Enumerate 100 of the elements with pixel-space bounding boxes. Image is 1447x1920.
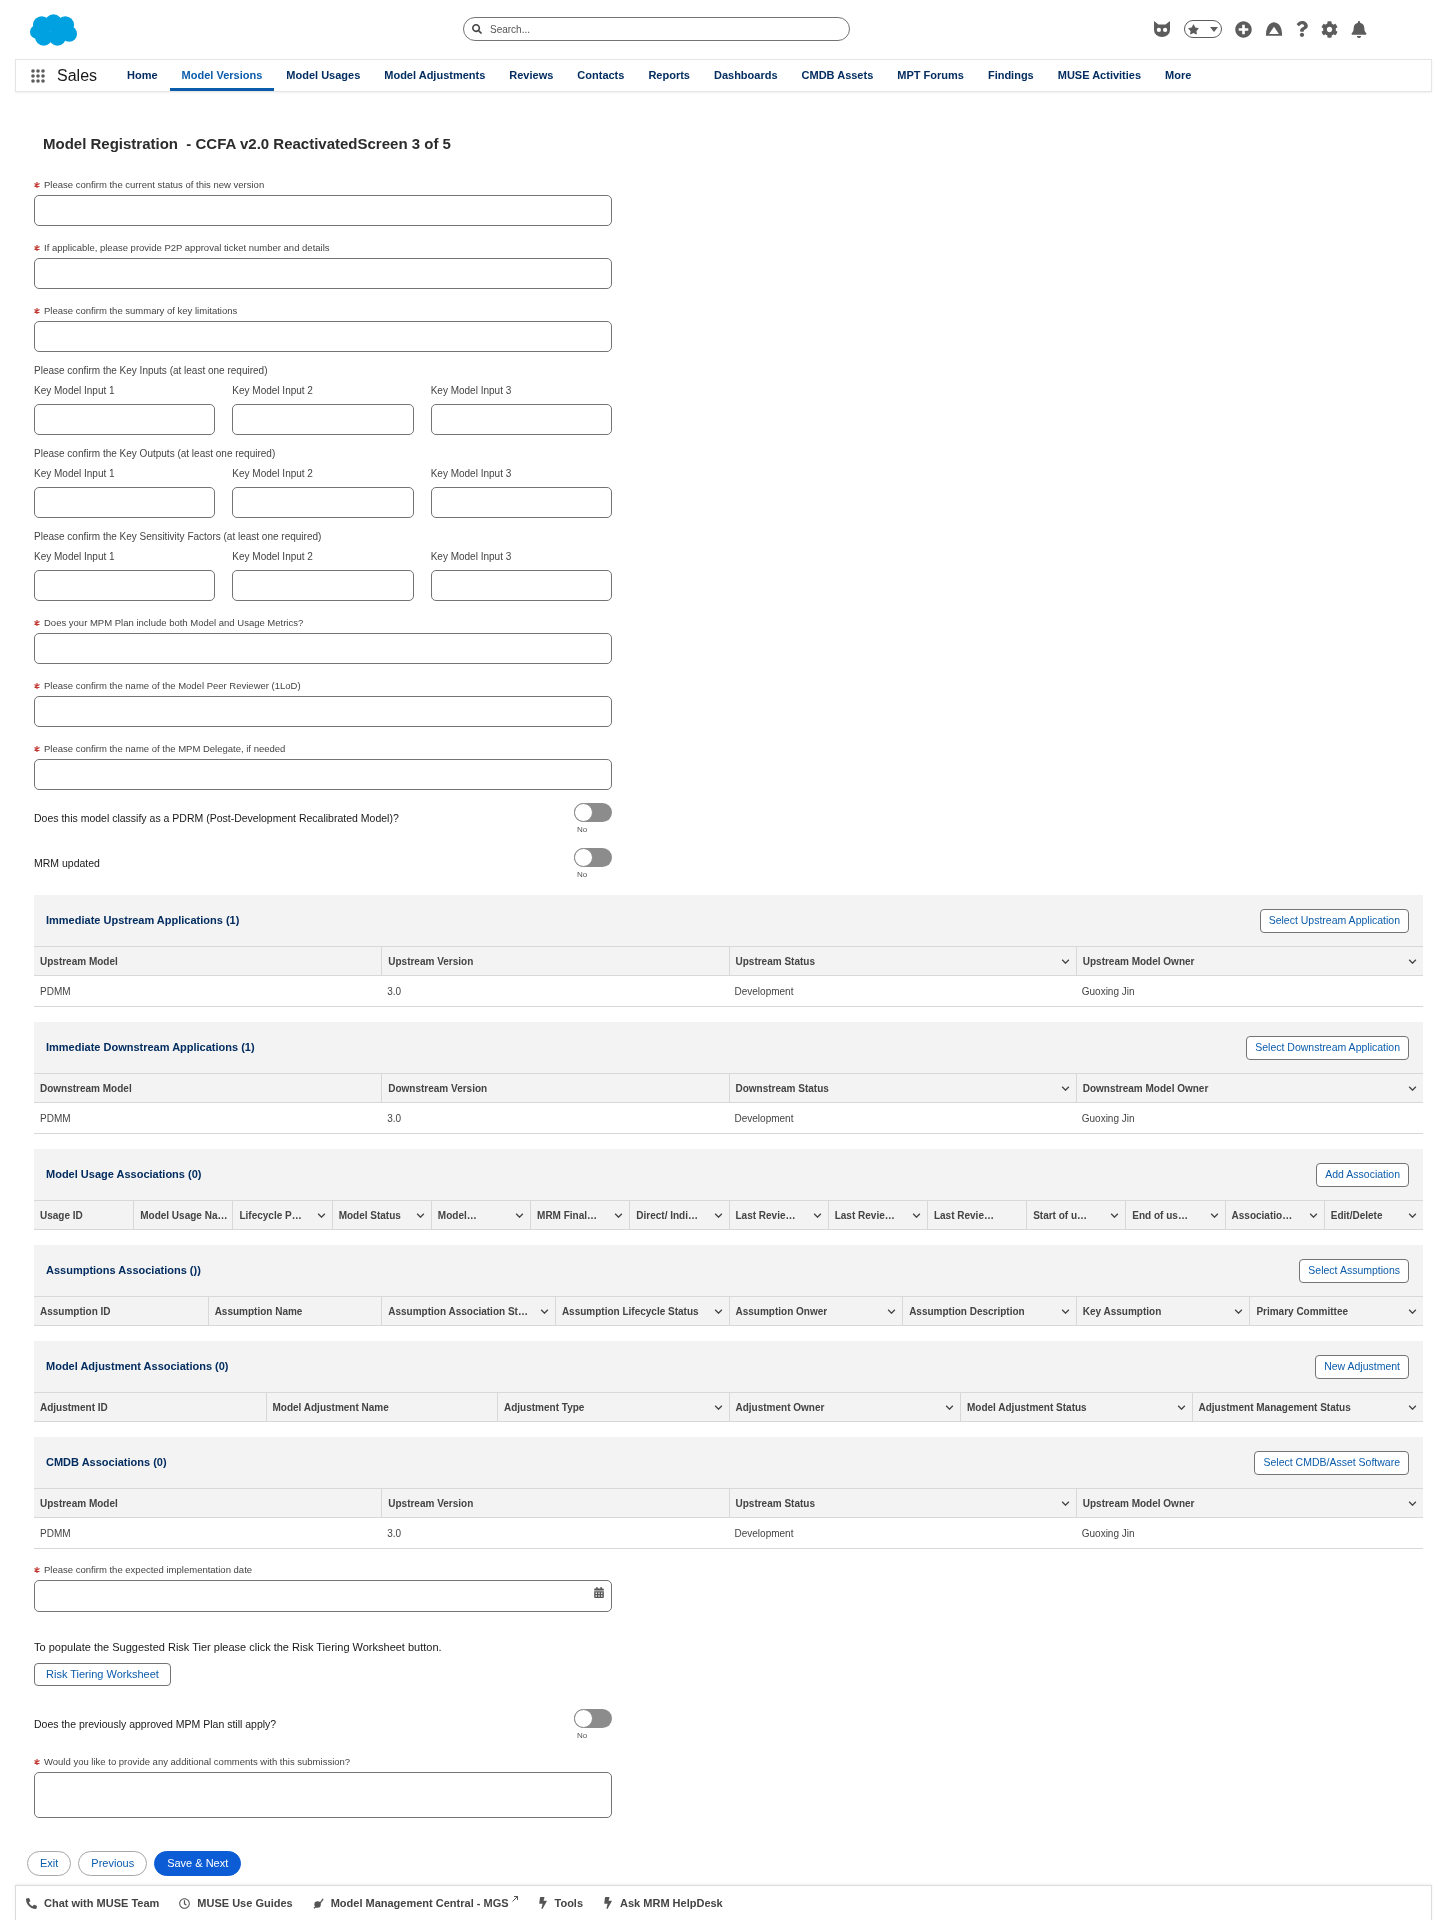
text-input[interactable]	[34, 696, 612, 727]
chevron-down-icon[interactable]	[1408, 1308, 1417, 1314]
table-cell-text: Development	[733, 984, 795, 999]
table-cell-text: Development	[733, 1111, 795, 1126]
text-input[interactable]	[34, 404, 216, 435]
nav-tab[interactable]: Home	[115, 60, 170, 91]
text-input[interactable]	[34, 321, 612, 352]
footer-action-button[interactable]: Save & Next	[154, 1851, 242, 1876]
field-label: Please confirm the summary of key limitations	[44, 303, 238, 318]
table-cell-text: Guoxing Jin	[1080, 984, 1136, 999]
chevron-down-icon[interactable]	[1308, 1212, 1318, 1218]
text-input[interactable]	[34, 633, 612, 664]
footer-action-button[interactable]: Previous	[78, 1851, 148, 1876]
toggle-label: MRM updated	[34, 856, 100, 872]
chevron-down-icon[interactable]	[415, 1212, 425, 1218]
add-icon[interactable]	[1235, 20, 1252, 38]
text-input[interactable]	[430, 570, 612, 601]
column-header: Model Adjustment Status	[967, 1400, 1087, 1415]
nav-tab[interactable]: More	[1153, 60, 1204, 91]
field-label: Key Model Input 2	[232, 550, 313, 564]
text-input[interactable]	[232, 570, 414, 601]
chevron-down-icon[interactable]	[812, 1212, 822, 1218]
field-label: Key Model Input 1	[34, 550, 115, 564]
field-label: Key Model Input 2	[232, 384, 313, 398]
toggle-switch[interactable]	[574, 848, 612, 867]
chevron-down-icon[interactable]	[539, 1308, 549, 1314]
chevron-down-icon[interactable]	[1408, 1404, 1417, 1410]
search-field[interactable]: Search...	[463, 17, 850, 41]
chevron-down-icon[interactable]	[515, 1212, 525, 1218]
list-action-button[interactable]: Select CMDB/Asset Software	[1254, 1450, 1409, 1475]
chevron-down-icon[interactable]	[1408, 1085, 1417, 1091]
chevron-down-icon[interactable]	[1110, 1212, 1120, 1218]
text-input[interactable]	[34, 487, 216, 518]
text-input[interactable]	[34, 195, 612, 226]
list-action-button[interactable]: New Adjustment	[1315, 1354, 1409, 1379]
nav-tab[interactable]: MPT Forums	[885, 60, 976, 91]
chevron-down-icon[interactable]	[1209, 1212, 1219, 1218]
chevron-down-icon[interactable]	[1408, 958, 1417, 964]
chevron-down-icon[interactable]	[713, 1404, 723, 1410]
text-input[interactable]	[34, 570, 216, 601]
list-action-button[interactable]: Select Assumptions	[1299, 1258, 1409, 1283]
utility-bar-item[interactable]: MUSE Use Guides	[179, 1896, 293, 1910]
chevron-down-icon[interactable]	[1060, 1085, 1070, 1091]
chevron-down-icon[interactable]	[713, 1212, 723, 1218]
chevron-down-icon[interactable]	[316, 1212, 326, 1218]
notification-bell-icon[interactable]	[1351, 20, 1367, 38]
utility-bar-item[interactable]: Tools	[537, 1896, 584, 1910]
column-header: Model Adjustment Name	[272, 1400, 389, 1415]
nav-tab[interactable]: Reviews	[497, 60, 566, 91]
nav-tab[interactable]: Contacts	[565, 60, 637, 91]
nav-tab[interactable]: Dashboards	[701, 60, 790, 91]
utility-bar-item[interactable]: Model Management Central - MGS	[312, 1896, 518, 1910]
date-input[interactable]	[34, 1580, 612, 1612]
chevron-down-icon[interactable]	[1408, 1212, 1417, 1218]
chevron-down-icon[interactable]	[911, 1212, 921, 1218]
chevron-down-icon[interactable]	[1060, 1500, 1070, 1506]
list-action-button[interactable]: Select Upstream Application	[1259, 908, 1409, 933]
toggle-switch[interactable]	[574, 1709, 612, 1728]
chevron-down-icon[interactable]	[1234, 1308, 1244, 1314]
mountain-icon[interactable]	[1265, 21, 1283, 37]
text-input[interactable]	[430, 404, 612, 435]
table-cell-text: PDMM	[39, 1526, 72, 1541]
utility-bar-item[interactable]: Ask MRM HelpDesk	[603, 1896, 723, 1910]
table-cell-text: 3.0	[386, 1111, 403, 1126]
text-input[interactable]	[34, 759, 612, 790]
nav-tab[interactable]: Findings	[975, 60, 1046, 91]
text-input[interactable]	[232, 487, 414, 518]
chevron-down-icon[interactable]	[887, 1308, 897, 1314]
app-launcher-icon[interactable]	[31, 68, 45, 83]
nav-tab[interactable]: Reports	[636, 60, 702, 91]
cloud-logo[interactable]	[29, 12, 78, 46]
column-header: Assumption ID	[40, 1304, 111, 1319]
chevron-down-icon[interactable]	[945, 1404, 954, 1410]
toggle-switch[interactable]	[574, 803, 612, 822]
chevron-down-icon[interactable]	[614, 1212, 624, 1218]
settings-icon[interactable]	[1321, 20, 1338, 38]
list-action-button[interactable]: Add Association	[1316, 1162, 1409, 1187]
nav-tab[interactable]: Model Usages	[274, 60, 373, 91]
field-label: Does your MPM Plan include both Model and Usage Metrics?	[44, 615, 304, 630]
chevron-down-icon[interactable]	[713, 1308, 723, 1314]
cat-face-icon[interactable]	[1153, 21, 1171, 37]
text-input[interactable]	[232, 404, 414, 435]
utility-bar-item[interactable]: Chat with MUSE Team	[26, 1896, 160, 1910]
column-header: Downstream Version	[388, 1081, 488, 1096]
list-action-button[interactable]: Select Downstream Application	[1246, 1035, 1409, 1060]
help-icon[interactable]	[1296, 21, 1308, 37]
calendar-icon[interactable]	[594, 1587, 604, 1598]
nav-tab[interactable]: CMDB Assets	[789, 60, 886, 91]
chevron-down-icon[interactable]	[1060, 1308, 1070, 1314]
text-input[interactable]	[34, 258, 612, 289]
chevron-down-icon[interactable]	[1176, 1404, 1186, 1410]
chevron-down-icon[interactable]	[1060, 958, 1070, 964]
nav-tab[interactable]: Model Versions	[169, 60, 275, 91]
chevron-down-icon[interactable]	[1408, 1500, 1417, 1506]
comments-textarea[interactable]	[34, 1772, 612, 1818]
nav-tab[interactable]: MUSE Activities	[1045, 60, 1154, 91]
nav-tab[interactable]: Model Adjustments	[372, 60, 498, 91]
risk-tiering-button[interactable]: Risk Tiering Worksheet	[34, 1663, 171, 1686]
footer-action-button[interactable]: Exit	[27, 1851, 72, 1876]
text-input[interactable]	[430, 487, 612, 518]
